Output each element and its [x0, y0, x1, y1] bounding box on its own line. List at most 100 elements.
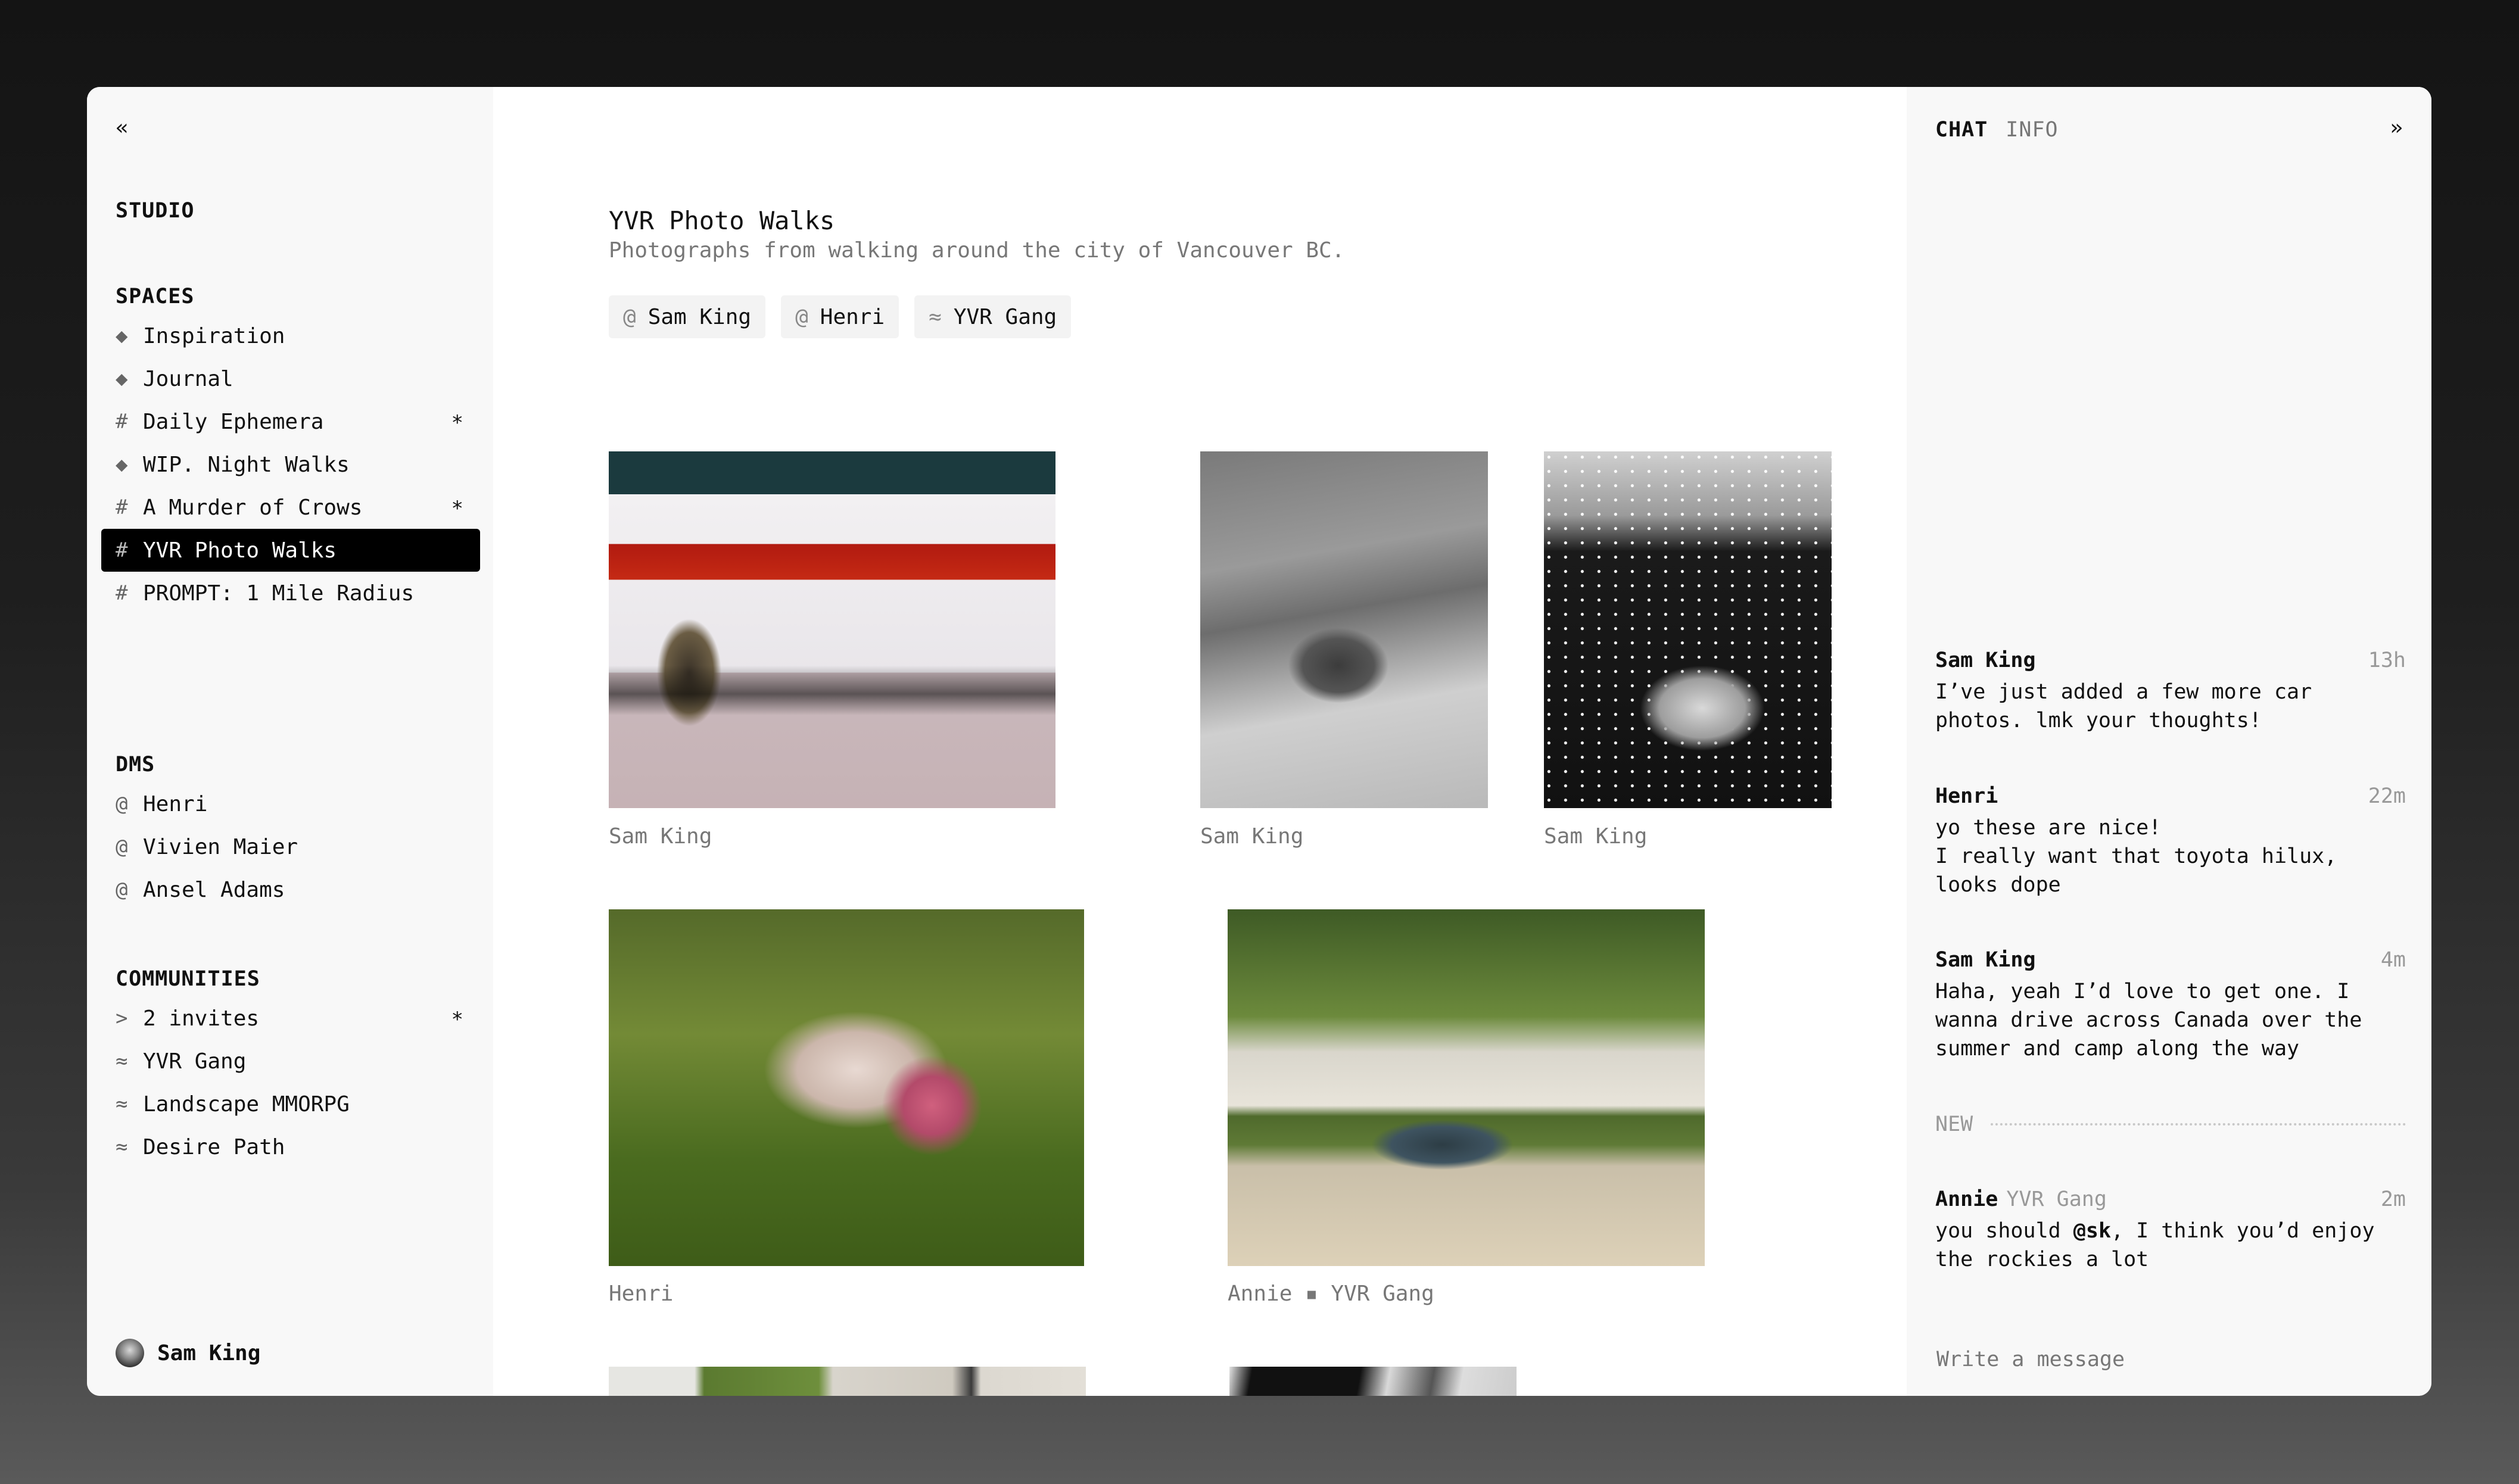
chat-message: Annie YVR Gang 2m you should @sk, I think… — [1935, 1184, 2406, 1274]
member-chip-sam-king[interactable]: @ Sam King — [609, 295, 766, 338]
member-chip-yvr-gang[interactable]: ≈ YVR Gang — [914, 295, 1072, 338]
app-window: « STUDIO SPACES ◆ Inspiration ◆ Journal # D… — [87, 87, 2431, 1396]
sidebar-item-journal[interactable]: ◆ Journal — [101, 357, 480, 400]
diamond-icon: ◆ — [116, 453, 128, 476]
dm-item-ansel-adams[interactable]: @ Ansel Adams — [101, 868, 480, 911]
chip-label: YVR Gang — [953, 304, 1057, 329]
at-icon: @ — [116, 878, 128, 902]
dm-item-henri[interactable]: @ Henri — [101, 782, 480, 825]
sidebar-item-prompt-1-mile-radius[interactable]: # PROMPT: 1 Mile Radius — [101, 572, 480, 615]
hash-icon: # — [116, 581, 128, 605]
message-group[interactable]: YVR Gang — [2006, 1187, 2107, 1211]
chevron-right-icon: > — [116, 1006, 128, 1030]
message-text: you should — [1935, 1219, 2073, 1243]
message-input[interactable] — [1935, 1347, 2408, 1372]
new-messages-divider: NEW — [1935, 1112, 2406, 1136]
wave-icon: ≈ — [116, 1049, 128, 1073]
sidebar-item-inspiration[interactable]: ◆ Inspiration — [101, 314, 480, 357]
sidebar-item-label: A Murder of Crows — [143, 495, 363, 520]
photo-toyota-hilux[interactable] — [1200, 451, 1488, 808]
at-icon: @ — [116, 792, 128, 816]
sidebar-item-daily-ephemera[interactable]: # Daily Ephemera * — [101, 400, 480, 443]
photo-bw-branches[interactable] — [1229, 1367, 1517, 1396]
current-user[interactable]: Sam King — [116, 1339, 260, 1367]
community-item-label: 2 invites — [143, 1006, 260, 1031]
chat-message: Sam King 4m Haha, yeah I’d love to get on… — [1935, 945, 2406, 1063]
community-item-yvr-gang[interactable]: ≈ YVR Gang — [101, 1040, 480, 1083]
message-author[interactable]: Annie — [1935, 1187, 1998, 1211]
photo-caption[interactable]: Sam King — [609, 824, 712, 849]
photo-blue-pickup[interactable] — [1228, 909, 1705, 1266]
chat-panel: CHAT INFO » Sam King 13h I’ve just added … — [1907, 87, 2431, 1396]
star-icon: * — [451, 497, 463, 520]
community-item-label: YVR Gang — [143, 1049, 247, 1074]
star-icon: * — [451, 1008, 463, 1031]
message-time: 4m — [2380, 948, 2406, 972]
dm-item-label: Henri — [143, 791, 208, 816]
sidebar-item-label: Inspiration — [143, 323, 285, 348]
message-body: Haha, yeah I’d love to get one. I wanna … — [1935, 980, 2362, 1061]
star-icon: * — [451, 411, 463, 435]
message-time: 2m — [2380, 1187, 2406, 1211]
user-name: Sam King — [157, 1340, 261, 1365]
photo-caption[interactable]: Annie ▪ YVR Gang — [1228, 1282, 1434, 1306]
chat-message: Henri 22m yo these are nice! I really wan… — [1935, 781, 2406, 899]
page-title: YVR Photo Walks — [609, 206, 835, 235]
message-author[interactable]: Henri — [1935, 784, 1998, 808]
sidebar-item-label: Daily Ephemera — [143, 409, 324, 434]
new-label: NEW — [1935, 1112, 1973, 1136]
photo-headlight-petals[interactable] — [1544, 451, 1832, 808]
hash-icon: # — [116, 410, 128, 434]
chip-label: Sam King — [647, 304, 752, 329]
sidebar-item-label: YVR Photo Walks — [143, 538, 337, 563]
hash-icon: # — [116, 538, 128, 562]
photo-caption[interactable]: Sam King — [1200, 824, 1303, 849]
message-time: 13h — [2368, 649, 2406, 672]
wave-icon: ≈ — [116, 1092, 128, 1116]
main-content: YVR Photo Walks Photographs from walking… — [493, 87, 1907, 1396]
workspace-title[interactable]: STUDIO — [116, 199, 194, 223]
communities-heading: COMMUNITIES — [116, 967, 260, 991]
message-author[interactable]: Sam King — [1935, 649, 2036, 672]
dm-item-vivien-maier[interactable]: @ Vivien Maier — [101, 825, 480, 868]
sidebar: « STUDIO SPACES ◆ Inspiration ◆ Journal # D… — [87, 87, 493, 1396]
sidebar-item-a-murder-of-crows[interactable]: # A Murder of Crows * — [101, 486, 480, 529]
sidebar-item-yvr-photo-walks[interactable]: # YVR Photo Walks — [101, 529, 480, 572]
diamond-icon: ◆ — [116, 324, 128, 348]
communities-list: >2 invites * ≈ YVR Gang ≈ Landscape MMORPG … — [101, 997, 480, 1168]
collapse-sidebar-icon[interactable]: « — [116, 116, 129, 140]
message-author[interactable]: Sam King — [1935, 948, 2036, 972]
wave-icon: ≈ — [116, 1135, 128, 1159]
message-time: 22m — [2368, 784, 2406, 808]
page-description: Photographs from walking around the city… — [609, 238, 1345, 263]
community-item-label: Landscape MMORPG — [143, 1092, 350, 1117]
sidebar-item-wip-night-walks[interactable]: ◆ WIP. Night Walks — [101, 443, 480, 486]
photo-garden-house[interactable] — [609, 909, 1084, 1266]
avatar — [116, 1339, 144, 1367]
sidebar-item-label: WIP. Night Walks — [143, 452, 350, 477]
user-mention[interactable]: @sk — [2073, 1219, 2111, 1243]
diamond-icon: ◆ — [116, 367, 128, 391]
message-body: I’ve just added a few more car photos. l… — [1935, 680, 2312, 732]
photo-honda-civic[interactable] — [609, 451, 1055, 808]
community-item-desire-path[interactable]: ≈ Desire Path — [101, 1126, 480, 1168]
hash-icon: # — [116, 495, 128, 519]
photo-lattice-garden[interactable] — [609, 1367, 1086, 1396]
collapse-chat-icon[interactable]: » — [2390, 116, 2403, 140]
community-item-landscape-mmorpg[interactable]: ≈ Landscape MMORPG — [101, 1083, 480, 1126]
member-chip-henri[interactable]: @ Henri — [781, 295, 899, 338]
tab-info[interactable]: INFO — [2006, 118, 2058, 142]
community-item-invites[interactable]: >2 invites * — [101, 997, 480, 1040]
at-icon: @ — [623, 304, 636, 329]
chat-tabs: CHAT INFO — [1935, 118, 2059, 142]
dms-heading: DMS — [116, 753, 155, 777]
chat-message: Sam King 13h I’ve just added a few more c… — [1935, 646, 2406, 735]
photo-caption[interactable]: Henri — [609, 1282, 673, 1306]
tab-chat[interactable]: CHAT — [1935, 118, 1988, 142]
dms-list: @ Henri @ Vivien Maier @ Ansel Adams — [101, 782, 480, 911]
community-item-label: Desire Path — [143, 1134, 285, 1159]
dm-item-label: Vivien Maier — [143, 834, 298, 859]
photo-caption[interactable]: Sam King — [1544, 824, 1647, 849]
divider-dots — [1991, 1123, 2406, 1126]
at-icon: @ — [795, 304, 808, 329]
